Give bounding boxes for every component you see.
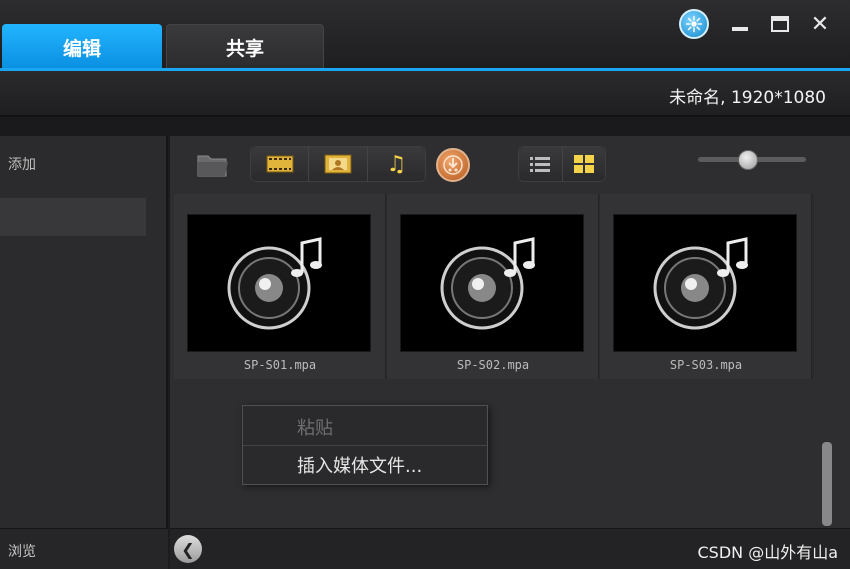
speaker-music-icon: [227, 237, 322, 330]
capture-icon[interactable]: [436, 148, 470, 182]
media-name: SP-S03.mpa: [669, 358, 743, 372]
left-panel: 添加 浏览: [0, 136, 168, 569]
upgrade-icon-glyph: [685, 15, 703, 33]
menu-item-paste[interactable]: 粘贴: [243, 408, 487, 446]
vertical-scrollbar[interactable]: [822, 442, 832, 526]
chevron-left-icon: ❮: [181, 539, 195, 559]
tab-share[interactable]: 共享: [166, 24, 324, 70]
media-name: SP-S01.mpa: [243, 358, 317, 372]
browse-button[interactable]: 浏览: [8, 541, 36, 561]
music-note-icon: ♫: [386, 151, 407, 177]
audio-thumbnail: [400, 214, 584, 352]
left-panel-slot[interactable]: [0, 198, 146, 236]
minimize-button[interactable]: [726, 10, 754, 38]
menu-item-insert-media[interactable]: 插入媒体文件...: [243, 446, 487, 484]
scroll-left-button[interactable]: ❮: [174, 535, 202, 563]
media-item[interactable]: SP-S03.mpa: [600, 194, 812, 379]
media-grid: SP-S01.mpa SP-S02.mpa SP-S03.mpa: [174, 194, 814, 379]
close-icon: ✕: [810, 11, 830, 37]
audio-thumbnail: [613, 214, 797, 352]
project-info: 未命名, 1920*1080: [669, 88, 826, 108]
thumbnail-view-icon[interactable]: [562, 147, 605, 181]
separator-band: [0, 118, 850, 136]
tab-edit[interactable]: 编辑: [2, 24, 162, 70]
add-label[interactable]: 添加: [8, 154, 36, 174]
media-library-panel: ♫ SP-S01.mpa SP-S02.mpa SP-S03.mpa 粘贴 插入…: [170, 136, 850, 569]
folder-icon[interactable]: [196, 150, 230, 178]
view-mode-group: [518, 146, 606, 182]
speaker-music-icon: [440, 237, 535, 330]
title-bar: 编辑 共享 ✕: [0, 0, 850, 70]
image-filter-icon[interactable]: [309, 147, 368, 181]
slider-thumb[interactable]: [737, 150, 758, 170]
audio-thumbnail: [187, 214, 371, 352]
media-item[interactable]: SP-S02.mpa: [387, 194, 599, 379]
media-name: SP-S02.mpa: [456, 358, 530, 372]
upgrade-icon[interactable]: [679, 9, 709, 39]
media-filter-group: ♫: [250, 146, 426, 182]
video-filter-icon[interactable]: [251, 147, 310, 181]
context-menu: 粘贴 插入媒体文件...: [242, 405, 488, 485]
library-toolbar: ♫: [170, 136, 850, 194]
info-bar: 未命名, 1920*1080: [0, 71, 850, 117]
speaker-music-icon: [653, 237, 748, 330]
watermark: CSDN @山外有山a: [697, 543, 838, 562]
minimize-icon: [732, 27, 748, 31]
audio-filter-icon[interactable]: ♫: [367, 147, 425, 181]
maximize-button[interactable]: [766, 10, 794, 38]
list-view-icon[interactable]: [519, 147, 563, 181]
left-panel-footer: 浏览: [0, 528, 168, 569]
bottom-bar: ❮ CSDN @山外有山a: [170, 528, 850, 569]
thumbnail-size-slider[interactable]: [698, 150, 806, 170]
close-button[interactable]: ✕: [806, 10, 834, 38]
media-item[interactable]: SP-S01.mpa: [174, 194, 386, 379]
maximize-icon: [771, 16, 789, 32]
